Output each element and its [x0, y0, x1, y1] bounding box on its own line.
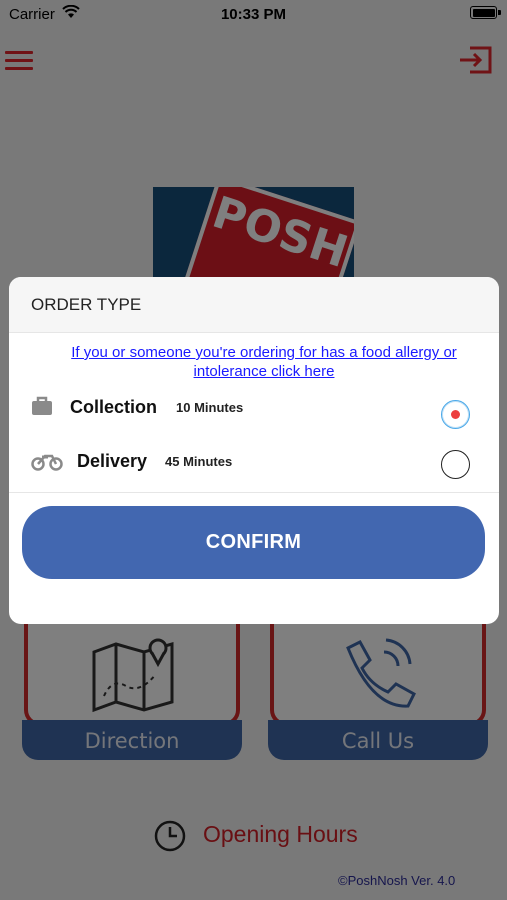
delivery-radio[interactable]	[441, 450, 470, 479]
dialog-divider	[9, 492, 499, 493]
allergy-info-link[interactable]: If you or someone you're ordering for ha…	[49, 343, 479, 381]
delivery-eta: 45 Minutes	[165, 454, 233, 469]
briefcase-icon	[31, 396, 53, 421]
dialog-title: ORDER TYPE	[9, 277, 499, 333]
delivery-option[interactable]: Delivery 45 Minutes	[9, 443, 499, 483]
delivery-label: Delivery	[77, 451, 148, 471]
collection-eta: 10 Minutes	[176, 400, 244, 415]
collection-label: Collection	[70, 397, 158, 417]
collection-option[interactable]: Collection 10 Minutes	[9, 389, 499, 429]
confirm-button[interactable]: CONFIRM	[22, 506, 485, 579]
order-type-dialog: ORDER TYPE If you or someone you're orde…	[9, 277, 499, 624]
collection-radio[interactable]	[441, 400, 470, 429]
motorbike-icon	[31, 450, 63, 477]
